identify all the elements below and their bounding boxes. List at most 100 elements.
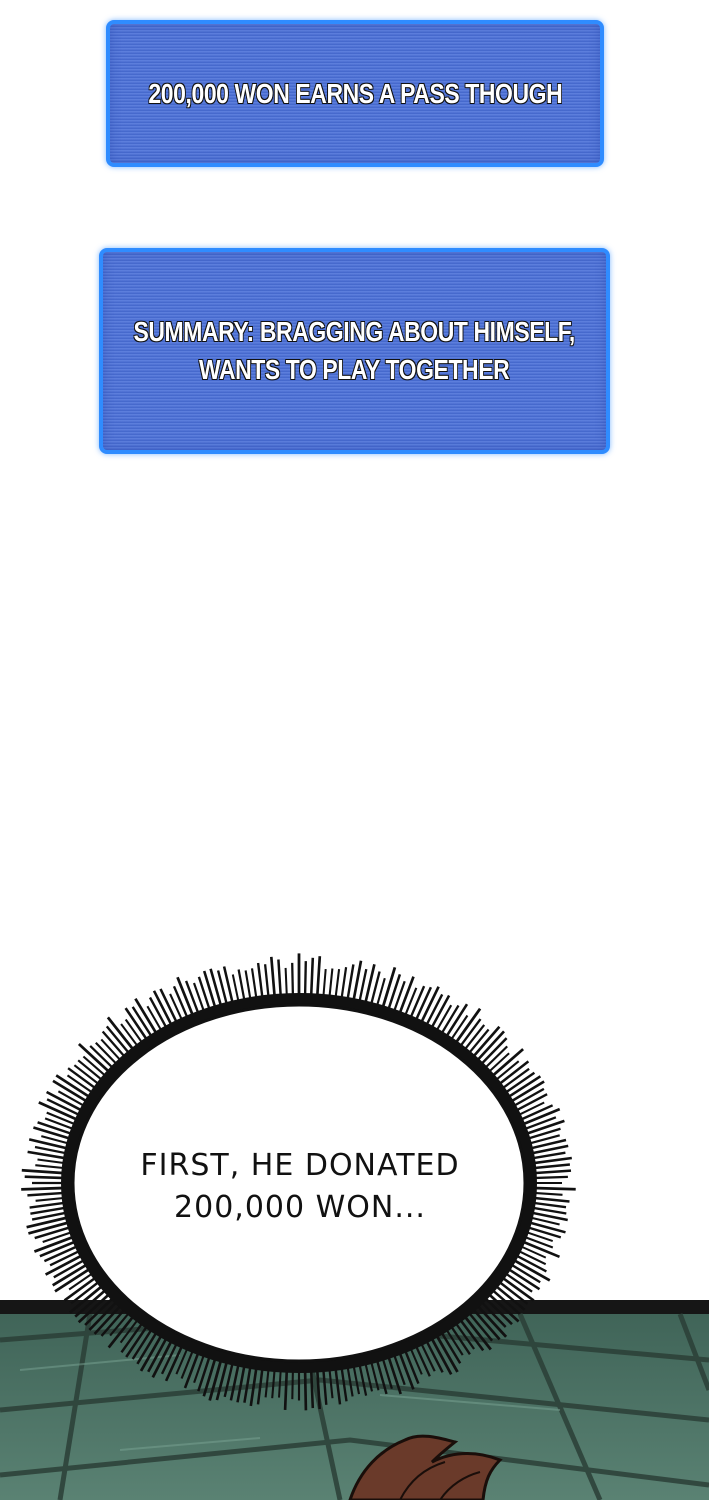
speech-bubble-spike [43,1241,87,1263]
speech-bubble-spike [66,1074,102,1099]
speech-bubble-spike [38,1101,87,1125]
speech-bubble-spike [68,1267,101,1291]
speech-bubble-spike [457,1024,486,1058]
speech-line: 200,000 WON... [174,1190,426,1225]
speech-bubble-spike [44,1117,83,1134]
speech-bubble-spike [77,1059,111,1087]
speech-bubble-spike [52,1079,96,1108]
speech-bubble-spike [250,968,259,1009]
speech-bubble-spike [481,1052,510,1080]
speech-bubble-spike [524,1175,568,1180]
summary-message-text: SUMMARY: BRAGGING ABOUT HIMSELF, WANTS T… [133,313,576,389]
speech-bubble-spike [291,962,295,1006]
speech-bubble-spike [522,1205,567,1215]
speech-bubble-spike [524,1163,571,1171]
speech-bubble-spike [523,1200,567,1209]
speech-bubble-spike [237,969,248,1011]
speech-bubble-spike [509,1245,547,1266]
speech-bubble-spike [82,1055,114,1083]
speech-bubble-spike [444,1014,469,1049]
speech-bubble-spike [315,956,322,1006]
speech-bubble-spike [516,1119,565,1139]
speech-bubble-spike [421,993,444,1035]
speech-bubble-spike [124,1007,154,1049]
speech-bubble-spike [53,1254,94,1279]
speech-bubble-spike [39,1236,85,1258]
speech-bubble-spike [256,962,265,1008]
speech-bubble-spike [356,968,368,1012]
speech-bubble-spike [440,1003,469,1046]
speech-bubble-spike [496,1071,536,1100]
speech-bubble-spike [209,968,225,1016]
speech-bubble-spike [33,1232,83,1253]
speech-bubble-spike [30,1205,76,1215]
speech-bubble-spike [120,1023,145,1055]
speech-bubble-spike [494,1067,530,1095]
speech-bubble-spike [344,964,355,1010]
speech-bubble-spike [131,1006,158,1046]
speech-bubble-spike [511,1241,547,1259]
speech-bubble-spike [27,1191,74,1197]
speech-bubble-spike [504,1254,551,1282]
speech-bubble-spike [513,1107,561,1130]
speech-bubble-spike [520,1138,567,1152]
speech-bubble-spike [34,1223,80,1240]
speech-bubble-spike [134,998,163,1043]
speech-bubble-spike [21,1186,74,1191]
speech-bubble-spike [410,986,433,1030]
speech-bubble-spike [384,974,402,1019]
comic-floor-panel [0,1300,709,1500]
speech-bubble-spike [42,1228,82,1244]
speech-bubble-spike [46,1098,89,1121]
speech-bubble-spike [520,1214,560,1226]
speech-bubble-spike [327,968,334,1007]
speech-bubble-spike [57,1090,94,1112]
speech-bubble-spike [37,1121,82,1139]
speech-bubble-spike [524,1195,570,1203]
speech-bubble-spike [400,987,418,1025]
speech-bubble-spike [41,1135,79,1147]
speech-bubble-spike [21,1168,74,1176]
speech-bubble-spike [519,1134,560,1148]
speech-bubble-spike [507,1250,547,1273]
speech-bubble-spike [77,1042,118,1080]
system-message-box: 200,000 WON EARNS A PASS THOUGH [106,20,604,167]
speech-bubble-spike [502,1258,541,1284]
speech-bubble-spike [52,1258,96,1287]
speech-bubble-spike [524,1191,563,1196]
speech-bubble-spike [176,976,198,1025]
speech-bubble-spike [46,1111,85,1130]
speech-bubble-spike [367,971,381,1014]
speech-bubble-spike [28,1218,79,1235]
speech-bubble-spike [244,970,254,1010]
speech-bubble-spike [202,970,220,1018]
speech-bubble-spike [361,963,376,1013]
speech-bubble-spike [148,996,173,1037]
speech-bubble-spike [28,1138,78,1152]
speech-bubble-spike [169,993,187,1030]
speech-bubble-spike [263,964,271,1007]
speech-bubble-spike [435,1004,460,1043]
speech-bubble-spike [269,956,277,1007]
speech-bubble-spike [105,1025,137,1062]
speech-bubble-spike [29,1200,75,1209]
speech-bubble-spike [24,1175,74,1180]
speech-bubble-spike [515,1116,557,1134]
system-message-text: 200,000 WON EARNS A PASS THOUGH [148,75,563,113]
speech-bubble-spike [449,1007,482,1052]
speech-bubble-spike [73,1064,107,1091]
speech-bubble-spike [425,994,451,1037]
speech-bubble [21,953,576,1411]
speech-bubble-spike [453,1018,482,1055]
speech-bubble-spike [515,1232,554,1249]
speech-bubble-spike [518,1223,562,1239]
speech-bubble-spike [231,974,242,1012]
panel-top-border [0,1300,709,1314]
speech-bubble-spike [35,1195,74,1202]
speech-bubble-spike [395,976,415,1023]
summary-message-line: WANTS TO PLAY TOGETHER [199,353,511,385]
speech-bubble-spike [124,1018,149,1052]
speech-bubble-spike [321,969,327,1007]
speech-bubble-spike [405,985,426,1028]
speech-bubble-spike [152,990,178,1035]
